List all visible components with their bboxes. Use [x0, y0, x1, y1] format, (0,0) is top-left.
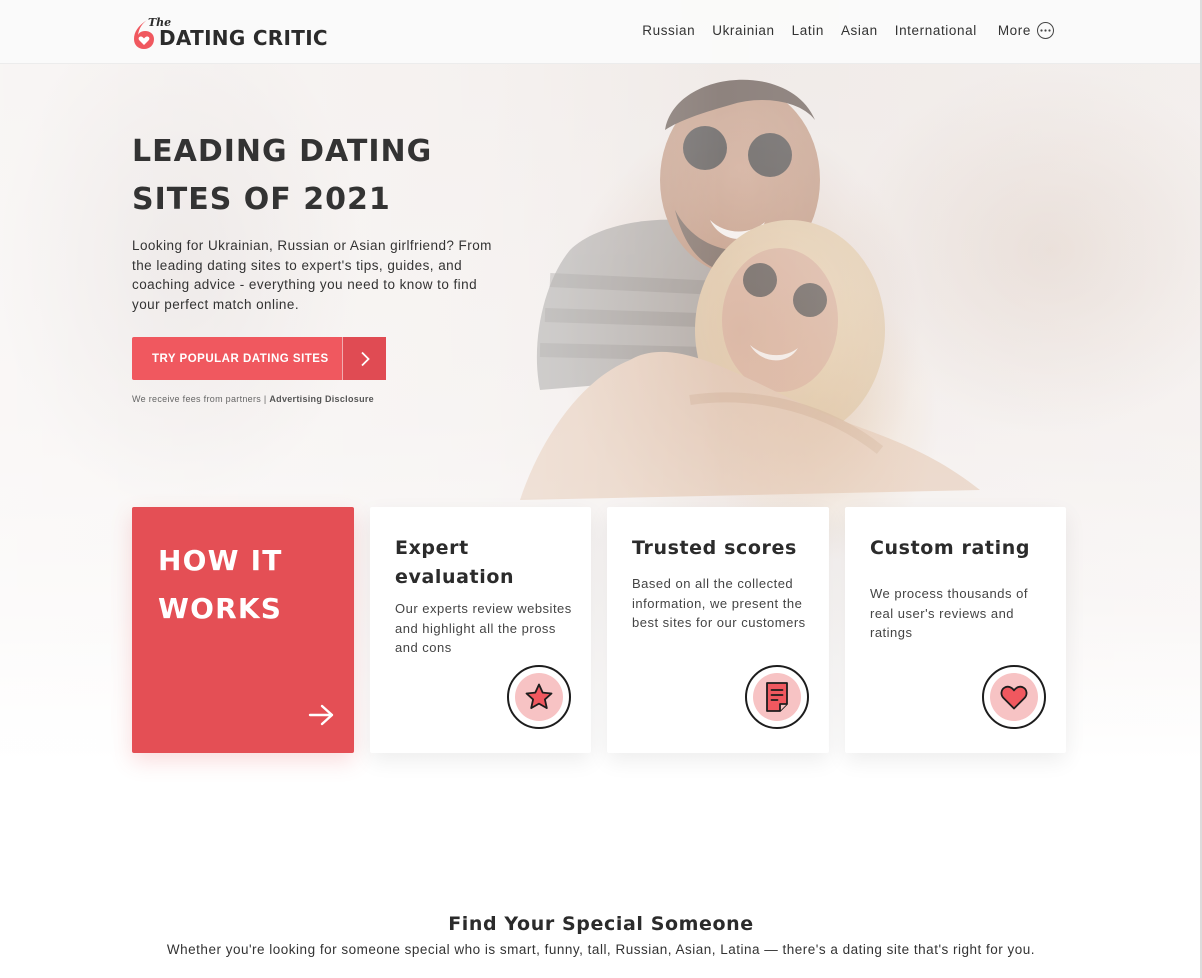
how-it-works-title-line-1: HOW IT — [158, 544, 283, 577]
nav-more-label: More — [997, 23, 1031, 38]
card-icon-badge — [507, 665, 571, 729]
card-text: Our experts review websites and highligh… — [395, 601, 572, 655]
try-popular-sites-button[interactable]: TRY POPULAR DATING SITES — [132, 337, 386, 380]
disclosure-text: We receive fees from partners | — [132, 394, 267, 404]
how-it-works-card[interactable]: HOW IT WORKS — [132, 507, 354, 753]
site-header: The DATING CRITIC Russian Ukrainian Lati… — [0, 0, 1202, 64]
card-title: Expert evaluation — [395, 537, 515, 588]
card-icon-badge — [745, 665, 809, 729]
how-it-works-title: HOW IT WORKS — [158, 537, 338, 633]
hero-title: LEADING DATING SITES OF 2021 — [132, 128, 552, 224]
how-it-works-title-line-2: WORKS — [158, 592, 283, 625]
feature-card-trusted-scores: Trusted scores Based on all the collecte… — [607, 507, 829, 753]
chevron-right-icon — [342, 337, 386, 380]
find-section-subtitle: Whether you're looking for someone speci… — [166, 942, 1036, 957]
hero-description: Looking for Ukrainian, Russian or Asian … — [132, 238, 492, 312]
feature-card-expert-evaluation: Expert evaluation Our experts review web… — [370, 507, 591, 753]
card-icon-badge — [982, 665, 1046, 729]
card-title: Custom rating — [870, 537, 1031, 559]
find-section-title: Find Your Special Someone — [448, 913, 754, 935]
nav-item-latin[interactable]: Latin — [792, 23, 824, 38]
heart-icon — [1000, 685, 1028, 710]
arrow-right-icon[interactable] — [308, 703, 336, 727]
more-dots-icon — [1037, 22, 1054, 39]
nav-more-button[interactable]: More — [998, 22, 1054, 39]
fees-disclosure: We receive fees from partners | Advertis… — [132, 394, 374, 404]
hero-title-line-1: LEADING DATING — [132, 134, 433, 169]
logo-the: The — [148, 16, 172, 29]
card-text: We process thousands of real user's revi… — [870, 586, 1028, 640]
card-title: Trusted scores — [632, 537, 797, 559]
nav-item-international[interactable]: International — [895, 23, 977, 38]
feature-card-custom-rating: Custom rating We process thousands of re… — [845, 507, 1066, 753]
document-icon — [766, 682, 788, 712]
cta-label: TRY POPULAR DATING SITES — [152, 352, 329, 365]
star-icon — [525, 683, 553, 709]
main-nav: Russian Ukrainian Latin Asian Internatio… — [625, 22, 1054, 39]
nav-item-ukrainian[interactable]: Ukrainian — [712, 23, 774, 38]
logo-heart-icon: The — [132, 16, 171, 50]
logo-text: DATING CRITIC — [159, 26, 328, 50]
card-text: Based on all the collected information, … — [632, 576, 806, 630]
nav-item-asian[interactable]: Asian — [841, 23, 878, 38]
nav-item-russian[interactable]: Russian — [642, 23, 695, 38]
advertising-disclosure-link[interactable]: Advertising Disclosure — [269, 394, 374, 404]
site-logo[interactable]: The DATING CRITIC — [132, 14, 328, 50]
hero-title-line-2: SITES OF 2021 — [132, 182, 391, 217]
